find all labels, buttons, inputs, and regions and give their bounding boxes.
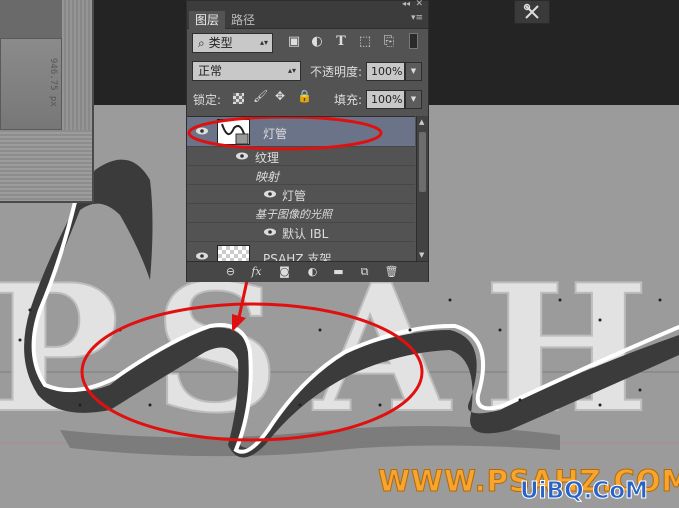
scroll-up-icon[interactable]: ▲ xyxy=(419,118,424,126)
tools-button[interactable] xyxy=(514,0,550,24)
chevron-updown-icon: ▴▾ xyxy=(287,66,296,75)
opacity-label: 不透明度: xyxy=(310,65,363,79)
doc-texture-lower xyxy=(0,130,92,201)
link-icon[interactable]: ⊖ xyxy=(223,265,238,279)
layer-thumbnail xyxy=(217,245,250,261)
eye-icon[interactable] xyxy=(263,189,277,199)
panel-footer: ⊖ fx ◙ ◐ ▬ ⧉ 🗑 xyxy=(187,261,428,282)
sublayer-row[interactable]: 基于图像的光照 xyxy=(187,204,415,223)
watermark-logo: UiBQ.CoM xyxy=(520,478,649,505)
lock-transparent-icon[interactable] xyxy=(233,93,244,104)
fill-field[interactable]: 100% xyxy=(366,90,405,109)
layers-panel: ◂◂ ✕ 图层 路径 ▾≡ ⌕ 类型 ▴▾ ▣ ◐ T ⬚ ⎘ 正常 ▴▾ 不透… xyxy=(186,0,429,282)
filter-select-label: 类型 xyxy=(208,36,233,50)
lock-paint-icon[interactable]: 🖌 xyxy=(253,89,268,103)
tab-paths[interactable]: 路径 xyxy=(225,11,261,29)
fill-label: 填充: xyxy=(334,93,363,107)
panel-header-strip: ◂◂ ✕ xyxy=(187,0,428,11)
sublayer-row[interactable]: 灯管 xyxy=(187,185,415,204)
eye-icon[interactable] xyxy=(263,227,277,237)
chevron-updown-icon: ▴▾ xyxy=(259,38,268,47)
sublayer-name: 映射 xyxy=(255,170,280,184)
layer-name: PSAHZ 支架 xyxy=(263,252,332,261)
panel-tabs: 图层 路径 ▾≡ xyxy=(187,11,428,29)
doc-texture xyxy=(62,0,92,130)
filter-select[interactable]: ⌕ 类型 ▴▾ xyxy=(192,33,273,53)
panel-menu-icon[interactable]: ▾≡ xyxy=(411,13,423,23)
fill-dropdown[interactable]: ▼ xyxy=(405,90,422,109)
sublayer-name: 基于图像的光照 xyxy=(255,208,332,221)
fx-icon[interactable]: fx xyxy=(249,265,264,279)
mask-icon[interactable]: ◙ xyxy=(277,265,292,279)
adjustment-filter-icon[interactable]: ◐ xyxy=(309,33,325,49)
trash-icon[interactable]: 🗑 xyxy=(384,265,399,279)
lock-all-icon[interactable]: 🔒 xyxy=(297,89,312,103)
annotation-ellipse-layer xyxy=(187,117,383,151)
layers-list: 灯管 纹理 映射 灯管 基于图像的光照 默认 IBL PSAHZ 支架 xyxy=(187,116,415,261)
document-window[interactable]: 946.75 px xyxy=(0,0,94,203)
opacity-dropdown[interactable]: ▼ xyxy=(405,62,422,81)
sublayer-row[interactable]: 映射 xyxy=(187,166,415,185)
sublayer-name: 灯管 xyxy=(282,189,307,203)
folder-icon[interactable]: ▬ xyxy=(331,265,346,279)
document-size-label: 946.75 px xyxy=(48,58,58,107)
search-icon: ⌕ xyxy=(198,36,205,50)
type-filter-icon[interactable]: T xyxy=(333,33,349,49)
adjustment-icon[interactable]: ◐ xyxy=(305,265,320,279)
blend-mode-label: 正常 xyxy=(198,64,223,78)
lock-label: 锁定: xyxy=(193,93,222,107)
close-icon[interactable]: ✕ xyxy=(415,0,423,9)
sublayer-row[interactable]: 默认 IBL xyxy=(187,223,415,242)
wrench-icon xyxy=(523,3,539,19)
opacity-field[interactable]: 100% xyxy=(366,62,405,81)
new-layer-icon[interactable]: ⧉ xyxy=(357,265,372,279)
scroll-down-icon[interactable]: ▼ xyxy=(419,251,424,259)
eye-icon[interactable] xyxy=(195,251,209,261)
smartobject-filter-icon[interactable]: ⎘ xyxy=(381,33,397,49)
image-filter-icon[interactable]: ▣ xyxy=(286,33,302,49)
blend-mode-select[interactable]: 正常 ▴▾ xyxy=(192,61,301,81)
filter-toggle[interactable] xyxy=(409,33,418,49)
shape-filter-icon[interactable]: ⬚ xyxy=(357,33,373,49)
scroll-thumb[interactable] xyxy=(419,132,426,192)
lock-move-icon[interactable]: ✥ xyxy=(275,89,285,103)
collapse-icon[interactable]: ◂◂ xyxy=(402,0,410,8)
sublayer-name: 默认 IBL xyxy=(282,227,329,241)
tab-layers[interactable]: 图层 xyxy=(189,11,226,29)
layer-row[interactable]: PSAHZ 支架 xyxy=(187,242,415,261)
layers-scrollbar[interactable]: ▲ ▼ xyxy=(416,116,428,261)
